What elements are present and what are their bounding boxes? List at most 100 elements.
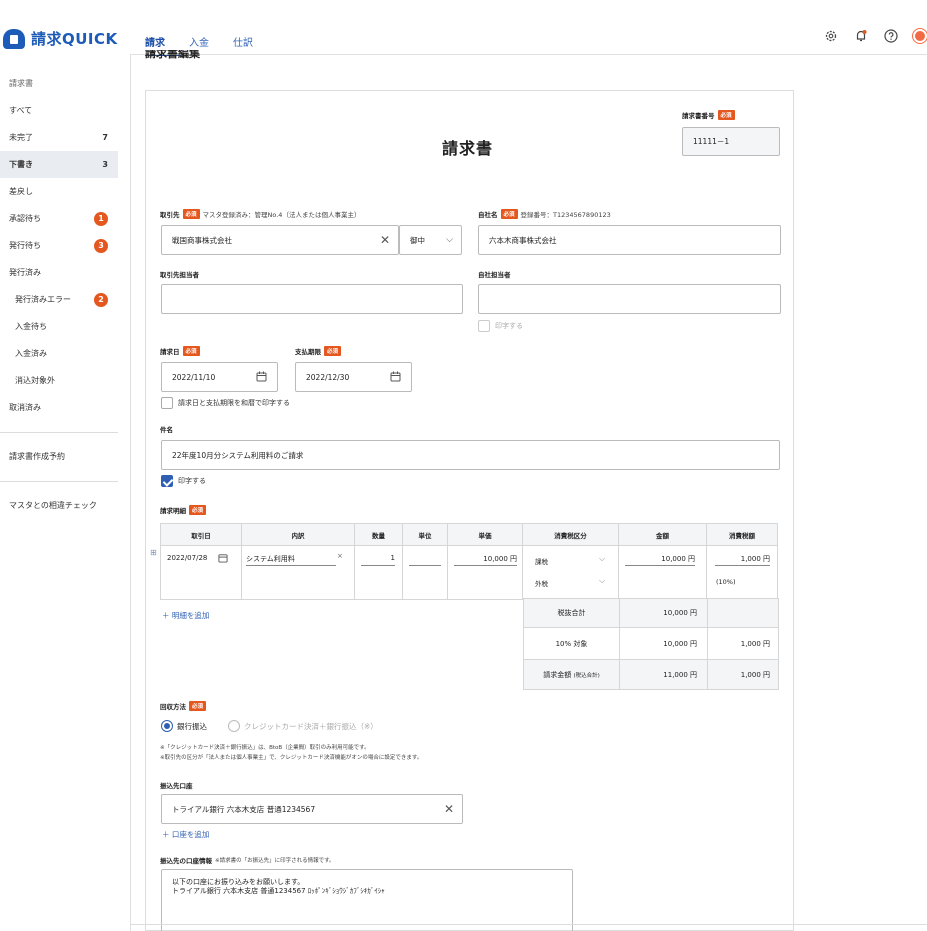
sidebar-item-excluded[interactable]: 消込対象外 xyxy=(0,367,118,394)
detail-label: 請求明細 必須 xyxy=(160,505,207,515)
table-header-row: 取引日 内訳 数量 単位 単価 消費税区分 金額 消費税額 xyxy=(160,523,778,546)
row-tax-kind-cell[interactable]: 課税 ⌵ 外税 ⌵ xyxy=(522,545,619,600)
header-divider xyxy=(130,54,927,55)
sidebar-item-master-check[interactable]: マスタとの相違チェック xyxy=(0,492,118,519)
honorific-select[interactable]: 御中 ⌵ xyxy=(399,225,462,255)
collect-note-1: ※「クレジットカード決済＋銀行振込」は、BtoB（企業間）取引のみ利用可能です。 xyxy=(160,745,370,751)
row-qty-cell[interactable]: 1 xyxy=(354,545,403,600)
summary-label: 税抜合計 xyxy=(523,598,620,628)
our-person-print-checkbox[interactable]: 印字する xyxy=(478,320,523,332)
invoice-date-field[interactable]: 2022/11/10 xyxy=(161,362,278,392)
col-qty: 数量 xyxy=(354,523,403,546)
gear-icon[interactable] xyxy=(823,28,839,44)
tab-journal[interactable]: 仕訳 xyxy=(233,34,267,56)
summary-row: 請求金額 (税込合計) 11,000 円 1,000 円 xyxy=(523,659,779,690)
calendar-icon[interactable] xyxy=(256,371,267,384)
document-title: 請求書 xyxy=(442,139,494,158)
chevron-down-icon[interactable]: ⌵ xyxy=(599,554,605,564)
required-badge: 必須 xyxy=(182,346,200,356)
app-logo[interactable]: 請求QUICK xyxy=(3,28,118,49)
summary-label: 10% 対象 xyxy=(523,627,620,660)
sidebar-item-issue-error[interactable]: 発行済みエラー 2 xyxy=(0,286,118,313)
sidebar-item-awaiting-issue[interactable]: 発行待ち 3 xyxy=(0,232,118,259)
required-badge: 必須 xyxy=(324,346,342,356)
user-avatar[interactable] xyxy=(913,29,927,43)
chevron-down-icon[interactable]: ⌵ xyxy=(599,576,605,586)
radio[interactable] xyxy=(161,720,173,732)
collect-bank-radio[interactable]: 銀行振込 xyxy=(161,720,207,732)
summary-amount: 10,000 円 xyxy=(619,598,708,628)
bank-account-select[interactable]: トライアル銀行 六本木支店 普通1234567 ✕ xyxy=(161,794,463,824)
notification-bell-icon[interactable] xyxy=(853,28,869,44)
add-bank-link[interactable]: ＋ 口座を追加 xyxy=(162,829,209,840)
company-field[interactable]: 六本木商事株式会社 xyxy=(478,225,781,255)
checkbox[interactable] xyxy=(478,320,490,332)
sidebar-item-all[interactable]: すべて xyxy=(0,97,118,124)
sidebar-item-draft[interactable]: 下書き 3 xyxy=(0,151,118,178)
subject-print-checkbox[interactable]: 印字する xyxy=(161,475,206,487)
required-badge: 必須 xyxy=(717,110,735,120)
client-person-label: 取引先担当者 xyxy=(160,271,199,279)
clear-icon[interactable]: ✕ xyxy=(380,233,390,247)
due-date-field[interactable]: 2022/12/30 xyxy=(295,362,412,392)
row-date-cell[interactable]: 2022/07/28 xyxy=(160,545,242,600)
row-item: システム利用料 xyxy=(246,554,336,566)
invoice-number-label: 請求書番号 必須 xyxy=(682,110,735,120)
row-tax-rate: (10%) xyxy=(716,578,736,586)
sidebar: 請求書 すべて 未完了 7 下書き 3 差戻し 承認待ち 1 発行待ち 3 発行済み 発… xyxy=(0,70,118,519)
bank-account-label: 振込先口座 xyxy=(160,782,193,790)
summary-total-tax: 1,000 円 xyxy=(707,659,779,690)
sidebar-item-issued[interactable]: 発行済み xyxy=(0,259,118,286)
summary-total-label: 請求金額 (税込合計) xyxy=(523,659,620,690)
row-price-cell[interactable]: 10,000 円 xyxy=(447,545,523,600)
wareki-checkbox[interactable]: 請求日と支払期限を和暦で印字する xyxy=(161,397,290,409)
count: 7 xyxy=(102,133,108,142)
clear-icon[interactable]: × xyxy=(337,552,343,560)
summary-tax: 1,000 円 xyxy=(707,627,779,660)
calendar-icon[interactable] xyxy=(218,553,228,565)
sidebar-item-incomplete[interactable]: 未完了 7 xyxy=(0,124,118,151)
col-price: 単価 xyxy=(447,523,523,546)
summary-row: 税抜合計 10,000 円 xyxy=(523,598,779,628)
col-tax: 消費税額 xyxy=(706,523,778,546)
add-detail-link[interactable]: ＋ 明細を追加 xyxy=(162,610,209,621)
sidebar-item-schedule[interactable]: 請求書作成予約 xyxy=(0,443,118,470)
row-amount: 10,000 円 xyxy=(625,554,695,566)
row-tax-kind: 課税 xyxy=(535,558,548,566)
row-tax-cell[interactable]: 1,000 円 (10%) xyxy=(706,545,778,600)
sidebar-item-cancelled[interactable]: 取消済み xyxy=(0,394,118,421)
collect-card-radio[interactable]: クレジットカード決済＋銀行振込（※） xyxy=(228,720,378,732)
sidebar-divider xyxy=(0,481,118,482)
our-person-field[interactable] xyxy=(478,284,781,314)
calendar-icon[interactable] xyxy=(390,371,401,384)
client-select[interactable]: 戦国商事株式会社 ✕ xyxy=(161,225,399,255)
bank-info-textarea[interactable]: 以下の口座にお振り込みをお願いします。 トライアル銀行 六本木支店 普通1234… xyxy=(161,869,573,931)
chevron-down-icon: ⌵ xyxy=(446,235,453,245)
summary-table: 税抜合計 10,000 円 10% 対象 10,000 円 1,000 円 請求… xyxy=(523,598,779,690)
count: 3 xyxy=(102,160,108,169)
sidebar-item-awaiting-approval[interactable]: 承認待ち 1 xyxy=(0,205,118,232)
help-icon[interactable] xyxy=(883,28,899,44)
required-badge: 必須 xyxy=(189,505,207,515)
collect-method-label: 回収方法 必須 xyxy=(160,701,207,711)
checkbox[interactable] xyxy=(161,475,173,487)
invoice-number-field[interactable]: 11111－1 xyxy=(682,127,780,156)
sidebar-item-paid[interactable]: 入金済み xyxy=(0,340,118,367)
top-bar: 請求QUICK 請求 入金 仕訳 xyxy=(0,0,927,56)
row-unit-cell[interactable] xyxy=(402,545,448,600)
subject-field[interactable]: 22年度10月分システム利用料のご請求 xyxy=(161,440,780,470)
badge: 3 xyxy=(94,238,108,253)
detail-table: 取引日 内訳 数量 単位 単価 消費税区分 金額 消費税額 2022/07/28… xyxy=(160,523,778,600)
expand-row-icon[interactable]: ⊞ xyxy=(150,548,157,557)
due-date-label: 支払期限 必須 xyxy=(295,346,342,356)
sidebar-item-awaiting-payment[interactable]: 入金待ち xyxy=(0,313,118,340)
clear-icon[interactable]: ✕ xyxy=(444,802,454,816)
checkbox[interactable] xyxy=(161,397,173,409)
row-amount-cell[interactable]: 10,000 円 xyxy=(618,545,707,600)
client-person-field[interactable] xyxy=(161,284,463,314)
sidebar-item-returned[interactable]: 差戻し xyxy=(0,178,118,205)
row-unit xyxy=(409,554,441,566)
badge: 1 xyxy=(94,211,108,226)
radio[interactable] xyxy=(228,720,240,732)
row-item-cell[interactable]: システム利用料 × xyxy=(241,545,355,600)
